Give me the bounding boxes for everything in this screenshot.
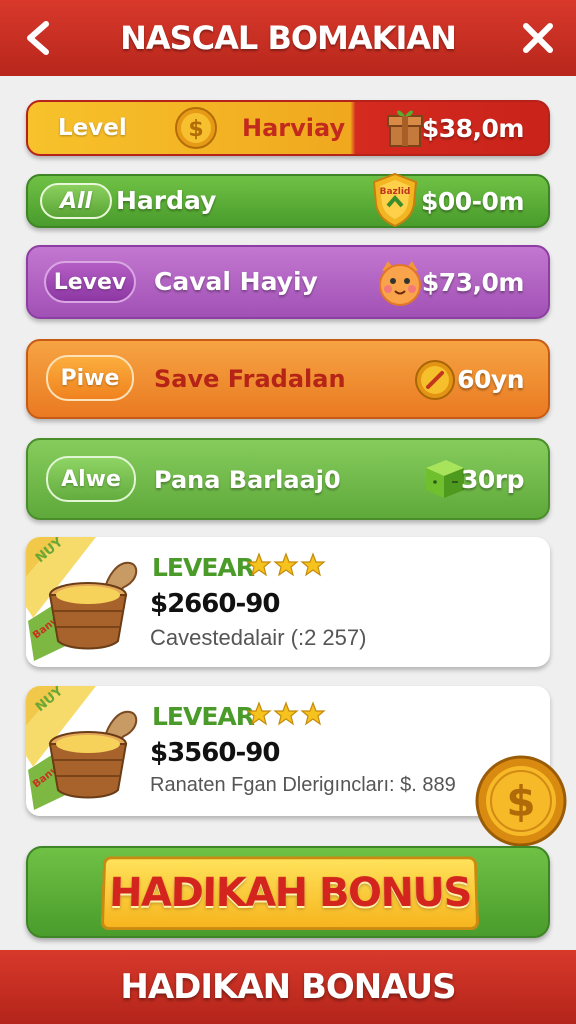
row-tag: Levev <box>44 261 136 303</box>
close-icon[interactable] <box>518 18 558 58</box>
page-title: NASCAL BOMAKIAN <box>120 19 457 57</box>
offer-card-2[interactable]: NUY Banw My LEVEAR $3560-90 Ranaten Fgan… <box>26 686 550 816</box>
reward-row-1[interactable]: Level $ Harviay $38,0m <box>26 100 550 156</box>
shield-badge-icon: Bazlid <box>372 172 418 228</box>
row-name: Pana Barlaaj0 <box>154 466 341 494</box>
bonus-ribbon: HADIKAH BONUS <box>100 856 480 931</box>
bonus-label: HADIKAH BONUS <box>108 870 472 917</box>
dollar-coin-icon: $ <box>175 107 217 149</box>
row-amount: $38,0m <box>421 113 525 143</box>
rating-stars <box>246 552 326 577</box>
card-level-label: LEVEAR <box>152 702 255 731</box>
row-tag: Piwe <box>46 355 134 401</box>
row-amount: 60yn <box>457 364 524 394</box>
reward-row-4[interactable]: Piwe Save Fradalan 60yn <box>26 339 550 419</box>
row-amount: $00-0m <box>420 186 525 216</box>
badge-text: Bazlid <box>380 187 411 197</box>
offer-card-1[interactable]: NUY Banw My LEVEAR $2660-90 Cavestedalai… <box>26 537 550 667</box>
rating-stars <box>246 701 326 726</box>
row-amount: 30rp <box>460 464 525 494</box>
row-name: Harviay <box>242 114 346 142</box>
row-name: Save Fradalan <box>154 365 346 393</box>
svg-text:$: $ <box>506 777 535 826</box>
gift-box-icon <box>387 110 423 147</box>
card-price: $3560-90 <box>150 738 280 768</box>
top-bar: NASCAL BOMAKIAN <box>0 0 576 76</box>
pencil-coin-icon <box>415 360 455 400</box>
reward-row-2[interactable]: All Harday Bazlid $00-0m <box>26 172 550 228</box>
footer-bonus-button[interactable]: HADIKAN BONAUS <box>0 950 576 1024</box>
row-tag: Level <box>58 115 127 141</box>
row-tag: All <box>40 183 112 219</box>
svg-text:$: $ <box>188 117 203 142</box>
card-level-label: LEVEAR <box>152 553 255 582</box>
back-arrow-icon[interactable] <box>20 18 56 58</box>
bonus-button[interactable]: HADIKAH BONUS <box>26 846 550 938</box>
reward-row-5[interactable]: Alwe Pana Barlaaj0 30rp <box>26 438 550 520</box>
row-name: Harday <box>116 186 217 215</box>
cat-face-icon <box>379 261 421 306</box>
honey-pot-icon <box>48 710 138 799</box>
card-description: Cavestedalair (:2 257) <box>150 625 367 650</box>
footer-label: HADIKAN BONAUS <box>120 967 456 1007</box>
row-name: Caval Hayiy <box>154 267 318 296</box>
row-tag: Alwe <box>46 456 136 502</box>
dollar-coin-icon: $ <box>475 755 567 847</box>
reward-row-3[interactable]: Levev Caval Hayiy $73,0m <box>26 245 550 319</box>
row-amount: $73,0m <box>421 267 525 297</box>
card-description: Ranaten Fgan Dlerigıncları: $. 889 <box>150 774 456 796</box>
card-price: $2660-90 <box>150 589 280 619</box>
honey-pot-icon <box>48 561 138 650</box>
